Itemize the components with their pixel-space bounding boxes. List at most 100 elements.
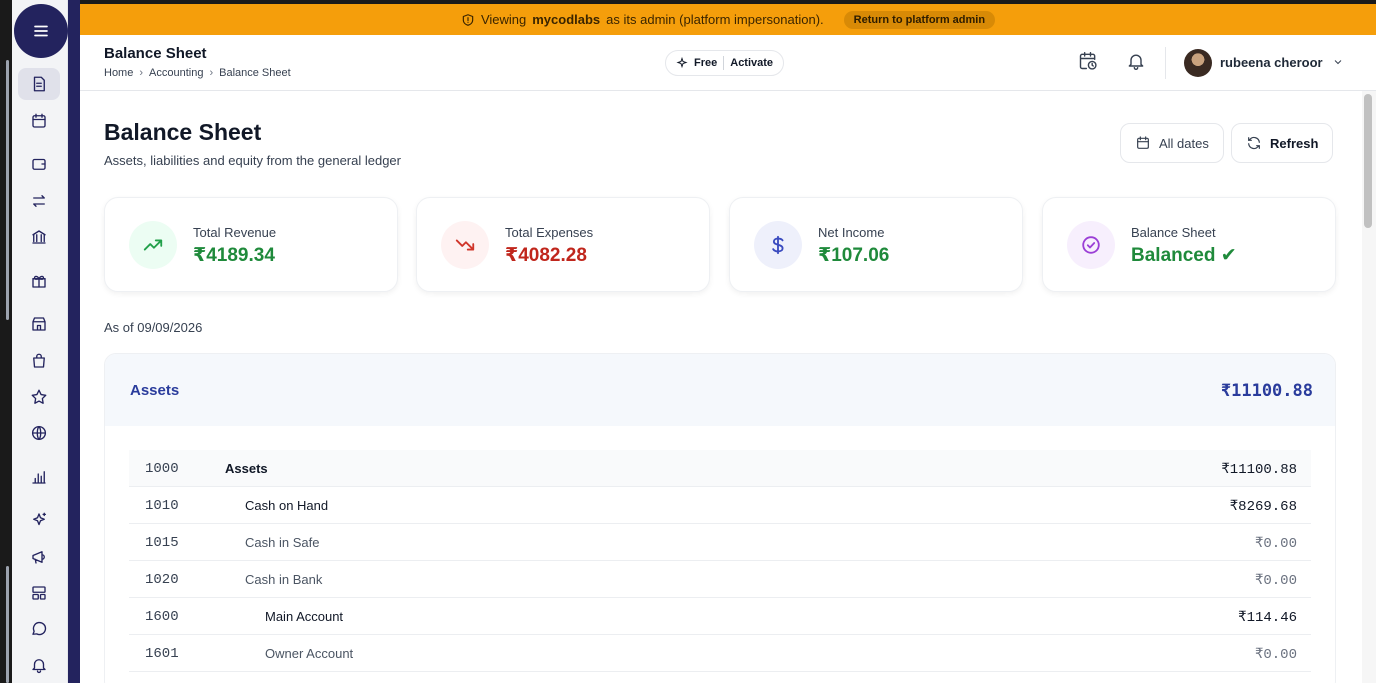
refresh-button[interactable]: Refresh [1231,123,1334,163]
sidebar-item-ai[interactable] [18,504,60,536]
sparkles-icon [33,512,47,526]
notifications-button[interactable] [1126,51,1148,73]
megaphone-icon [32,551,45,564]
shopping-bag-icon [33,353,45,368]
account-name: Owner Account [265,646,354,661]
account-amount: ₹0.00 [1254,573,1297,589]
banner-org-name: mycodlabs [532,12,601,27]
trend-down-icon [455,239,475,251]
sidebar-item-orders[interactable] [18,345,60,377]
stat-label: Balance Sheet [1131,225,1216,240]
sidebar-item-calendar[interactable] [18,105,60,137]
table-row[interactable]: 1600 Main Account ₹114.46 [129,598,1311,635]
stat-card-balance: Balance Sheet Balanced ✔ [1042,197,1336,292]
activate-button[interactable]: Activate [730,57,773,69]
avatar[interactable] [1184,49,1212,77]
swap-arrows-icon [33,195,45,207]
user-name[interactable]: rubeena cheroor [1220,55,1323,70]
plan-name: Free [694,57,718,69]
stat-value: Balanced ✔ [1131,245,1237,266]
sidebar-item-balance-sheet[interactable] [18,68,60,100]
stat-label: Total Revenue [193,225,277,240]
sidebar-item-reports[interactable] [18,461,60,493]
menu-toggle-button[interactable] [14,4,68,58]
gift-icon [32,275,46,288]
account-name: Cash in Bank [245,572,323,587]
sidebar-item-gifts[interactable] [18,265,60,297]
document-icon [33,76,45,92]
store-icon [32,317,46,331]
stat-value: ₹107.06 [818,245,890,266]
stat-value: ₹4189.34 [193,245,275,266]
account-name: Assets [225,461,268,476]
table-row[interactable]: 1000 Assets ₹11100.88 [129,450,1311,487]
calendar-clock-icon [1079,51,1097,70]
plan-pill[interactable]: Free Activate [665,50,785,76]
schedule-button[interactable] [1078,51,1100,73]
chevron-right-icon: › [209,67,214,79]
breadcrumb-current: Balance Sheet [219,67,291,79]
account-name: Cash on Hand [245,498,329,513]
sparkle-icon [676,57,688,69]
stat-label: Net Income [818,225,885,240]
header-title: Balance Sheet [104,45,207,62]
sidebar-item-notifications[interactable] [18,649,60,681]
globe-icon [31,425,47,441]
date-range-label: All dates [1159,135,1209,151]
sidebar-item-marketing[interactable] [18,541,60,573]
account-amount: ₹114.46 [1238,610,1297,626]
header-divider [1165,47,1166,79]
impersonation-banner: Viewing mycodlabs as its admin (platform… [80,4,1376,35]
chat-bubble-icon [32,621,47,636]
sidebar-item-store[interactable] [18,308,60,340]
sidebar-item-messages[interactable] [18,613,60,645]
stat-label: Total Expenses [505,225,594,240]
table-row[interactable]: 1015 Cash in Safe ₹0.00 [129,524,1311,561]
page-title: Balance Sheet [104,119,262,145]
table-row[interactable]: 1020 Cash in Bank ₹0.00 [129,561,1311,598]
rail-scrollbar-top[interactable] [6,60,9,320]
rail-scrollbar[interactable] [6,566,9,683]
breadcrumb: Home › Accounting › Balance Sheet [104,67,291,79]
sidebar-item-bank[interactable] [18,221,60,253]
section-title: Assets [130,382,180,399]
sidebar-item-website[interactable] [18,417,60,449]
account-code: 1000 [145,461,179,477]
sidebar-accent [68,0,80,683]
account-amount: ₹8269.68 [1229,499,1297,515]
sidebar-item-transfers[interactable] [18,185,60,217]
stat-card-revenue: Total Revenue ₹4189.34 [104,197,398,292]
account-amount: ₹11100.88 [1221,462,1297,478]
account-code: 1600 [145,609,179,625]
stat-icon-wrap [441,221,489,269]
sidebar-item-layout[interactable] [18,577,60,609]
banner-prefix: Viewing [480,12,527,27]
date-range-button[interactable]: All dates [1120,123,1224,163]
main-scrollbar-thumb[interactable] [1364,94,1372,228]
user-menu-toggle[interactable] [1332,55,1346,69]
main-content: Balance Sheet Assets, liabilities and eq… [80,91,1362,683]
table-row[interactable]: 1010 Cash on Hand ₹8269.68 [129,487,1311,524]
as-of-date: As of 09/09/2026 [104,320,203,335]
account-code: 1010 [145,498,179,514]
sidebar-item-wallet[interactable] [18,148,60,180]
breadcrumb-home[interactable]: Home [104,67,133,79]
banner-suffix: as its admin (platform impersonation). [606,12,824,27]
hamburger-icon [34,25,48,37]
chevron-right-icon: › [139,67,144,79]
stat-value: ₹4082.28 [505,245,587,266]
sidebar-item-favorites[interactable] [18,381,60,413]
account-amount: ₹0.00 [1254,536,1297,552]
shield-alert-icon [462,13,474,26]
assets-section-header[interactable]: Assets ₹11100.88 [105,354,1335,426]
refresh-icon [1248,136,1260,150]
plan-divider [723,56,725,70]
dollar-icon [772,235,784,255]
calendar-icon [1137,136,1149,149]
breadcrumb-accounting[interactable]: Accounting [149,67,203,79]
check-circle-icon [1082,236,1100,254]
return-to-platform-admin-button[interactable]: Return to platform admin [843,10,996,29]
bank-icon [32,230,46,244]
assets-section: Assets ₹11100.88 1000 Assets ₹11100.88 1010… [104,353,1336,683]
table-row[interactable]: 1601 Owner Account ₹0.00 [129,635,1311,672]
